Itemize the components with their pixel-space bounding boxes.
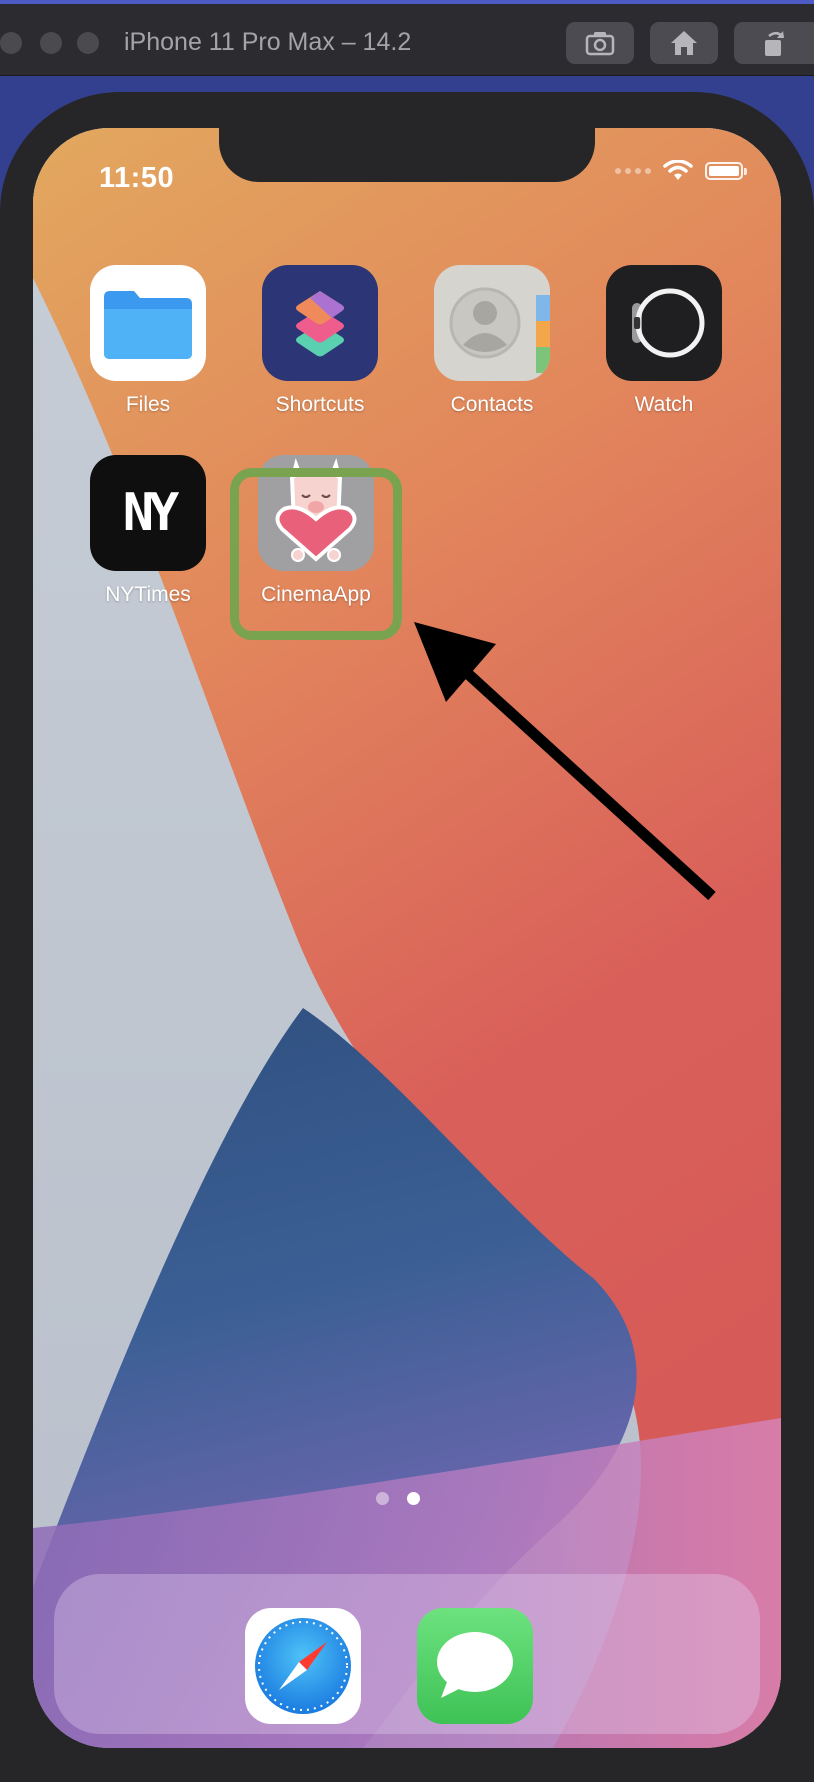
safari-icon: [255, 1618, 351, 1714]
status-icons: [615, 160, 747, 182]
nytimes-icon: NY: [90, 455, 206, 571]
page-dot-2[interactable]: [407, 1492, 420, 1505]
home-icon: [671, 31, 697, 55]
signal-dots-icon: [615, 168, 651, 174]
watch-icon: [606, 265, 722, 381]
dock: [54, 1574, 760, 1734]
rotate-icon: [765, 31, 784, 56]
wifi-icon: [663, 160, 693, 180]
home-button[interactable]: [650, 22, 718, 64]
simulator-title: iPhone 11 Pro Max – 14.2: [124, 28, 412, 56]
simulator-title-bar: iPhone 11 Pro Max – 14.2: [0, 0, 814, 76]
home-screen: 11:50 Files Shortcuts Contacts Watch NY …: [33, 128, 781, 1748]
screenshot-button[interactable]: [566, 22, 634, 64]
window-close-button[interactable]: [0, 32, 22, 54]
cinemaapp-highlight-box: [230, 468, 402, 640]
messages-icon: [417, 1608, 533, 1724]
nytimes-icon-text: NY: [122, 483, 180, 543]
window-minimize-button[interactable]: [40, 32, 62, 54]
page-dot-1[interactable]: [376, 1492, 389, 1505]
app-label: Files: [125, 393, 171, 416]
dock-messages[interactable]: [417, 1608, 533, 1724]
app-nytimes[interactable]: NY NYTimes: [73, 455, 223, 607]
status-time: 11:50: [99, 162, 175, 194]
screen-notch: [219, 128, 595, 182]
dock-safari[interactable]: [245, 1608, 361, 1724]
shortcuts-icon: [262, 265, 378, 381]
app-label: NYTimes: [105, 583, 191, 606]
app-label: Shortcuts: [275, 393, 365, 416]
window-zoom-button[interactable]: [77, 32, 99, 54]
screenshot-camera-icon: [585, 32, 615, 56]
page-indicator[interactable]: [376, 1492, 420, 1505]
iphone-device-frame: 11:50 Files Shortcuts Contacts Watch NY …: [0, 92, 814, 1782]
contacts-icon: [434, 265, 550, 381]
app-contacts[interactable]: Contacts: [417, 265, 567, 417]
app-shortcuts[interactable]: Shortcuts: [245, 265, 395, 417]
app-files[interactable]: Files: [73, 265, 223, 417]
rotate-button[interactable]: [734, 22, 814, 64]
app-label: Watch: [634, 393, 694, 416]
app-label: Contacts: [450, 393, 534, 416]
files-folder-icon: [90, 265, 206, 381]
app-watch[interactable]: Watch: [589, 265, 739, 417]
battery-icon: [705, 162, 747, 180]
